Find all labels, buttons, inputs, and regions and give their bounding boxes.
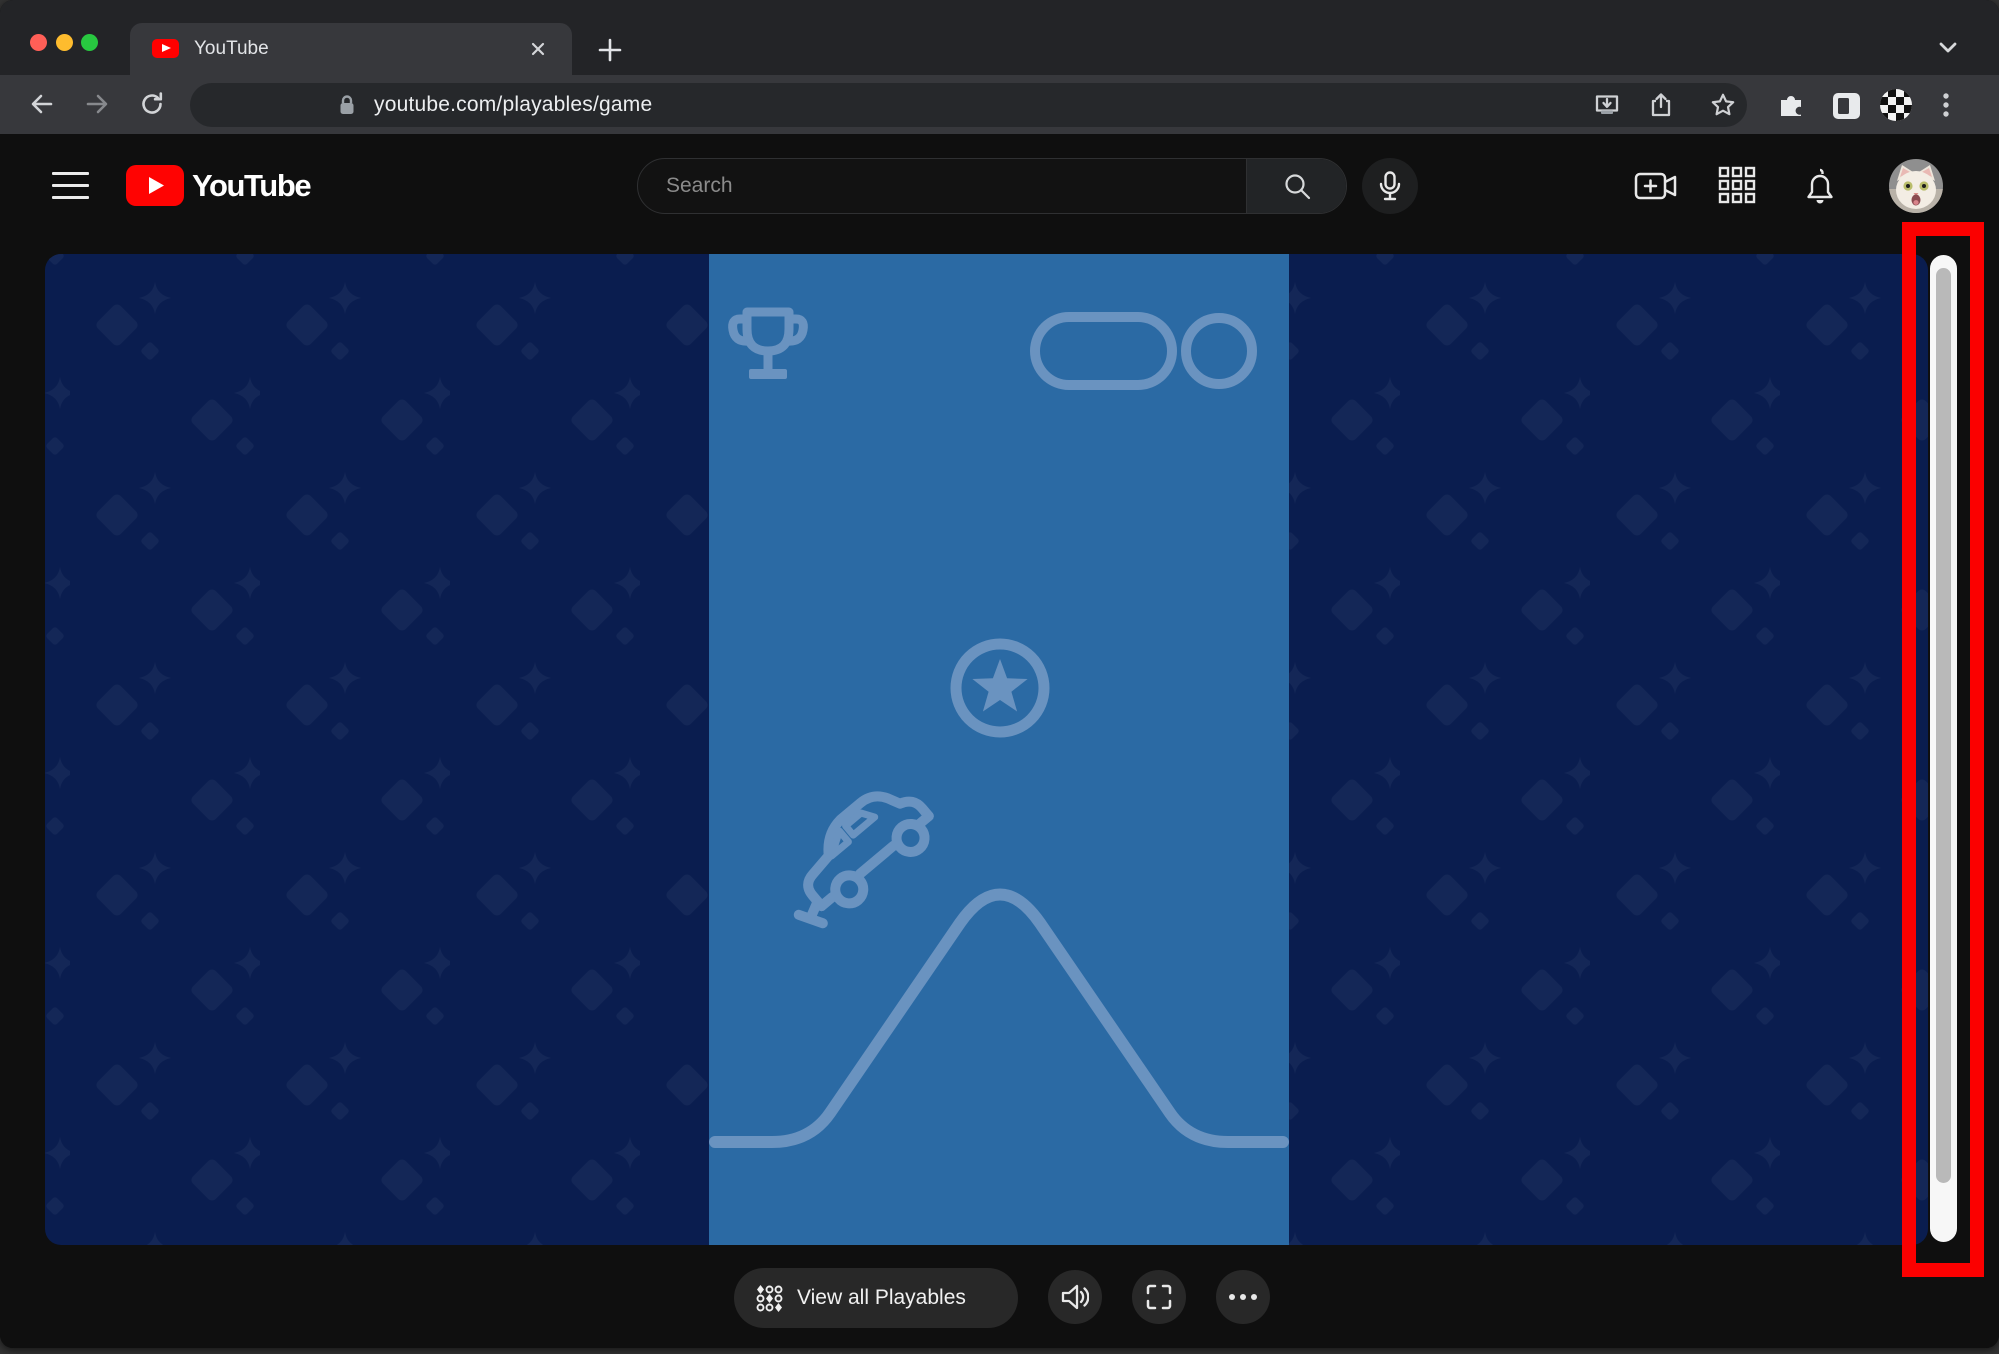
- fullscreen-button[interactable]: [1132, 1270, 1186, 1324]
- traffic-minimize-button[interactable]: [56, 34, 73, 51]
- more-icon: [1228, 1293, 1258, 1301]
- search-bar: [637, 158, 1347, 214]
- search-icon: [1282, 171, 1312, 201]
- tab-search-chevron-down-icon[interactable]: [1936, 40, 1960, 56]
- tab-strip: YouTube: [0, 0, 1999, 75]
- download-icon[interactable]: [1594, 92, 1620, 118]
- url-text: youtube.com/playables/game: [374, 83, 652, 127]
- forward-icon[interactable]: [84, 91, 110, 117]
- youtube-wordmark: YouTube: [192, 168, 310, 204]
- traffic-zoom-button[interactable]: [81, 34, 98, 51]
- game-panel: [709, 254, 1289, 1245]
- new-tab-button[interactable]: [596, 36, 624, 64]
- lock-icon: [338, 94, 356, 116]
- side-panel-icon[interactable]: [1832, 91, 1862, 119]
- create-video-icon[interactable]: [1634, 166, 1676, 206]
- view-all-playables-button[interactable]: View all Playables: [734, 1268, 1018, 1328]
- youtube-logo[interactable]: YouTube: [126, 165, 310, 206]
- notifications-bell-icon[interactable]: [1800, 166, 1842, 206]
- tab-close-icon[interactable]: [526, 37, 550, 61]
- menu-icon[interactable]: [52, 172, 89, 200]
- youtube-page: YouTube: [0, 134, 1999, 1348]
- browser-tab-youtube[interactable]: YouTube: [130, 23, 572, 75]
- checkered-profile-avatar[interactable]: [1879, 88, 1909, 116]
- kebab-menu-icon[interactable]: [1933, 91, 1963, 119]
- playables-game-canvas[interactable]: [45, 254, 1928, 1245]
- search-input[interactable]: [666, 159, 1206, 213]
- user-avatar-cat[interactable]: [1889, 159, 1943, 213]
- browser-window: YouTube: [0, 0, 1999, 1348]
- address-bar[interactable]: youtube.com/playables/game: [190, 83, 1747, 127]
- search-button[interactable]: [1246, 159, 1346, 213]
- playables-sparkle-grid-icon: [756, 1285, 783, 1312]
- traffic-close-button[interactable]: [30, 34, 47, 51]
- youtube-logo-icon: [126, 165, 184, 206]
- browser-toolbar: youtube.com/playables/game: [0, 75, 1999, 134]
- tab-title: YouTube: [194, 23, 269, 75]
- more-options-button[interactable]: [1216, 1270, 1270, 1324]
- volume-icon: [1061, 1284, 1089, 1310]
- youtube-favicon-icon: [152, 39, 179, 58]
- view-all-playables-label: View all Playables: [797, 1286, 966, 1310]
- volume-button[interactable]: [1048, 1270, 1102, 1324]
- back-icon[interactable]: [29, 91, 55, 117]
- voice-search-button[interactable]: [1362, 158, 1418, 214]
- bookmark-star-icon[interactable]: [1710, 92, 1736, 118]
- microphone-icon: [1377, 171, 1403, 201]
- annotation-highlight-rectangle: [1902, 222, 1984, 1277]
- share-icon[interactable]: [1648, 92, 1674, 118]
- apps-grid-icon[interactable]: [1718, 166, 1760, 206]
- extensions-puzzle-icon[interactable]: [1776, 91, 1806, 119]
- fullscreen-icon: [1146, 1284, 1172, 1310]
- reload-icon[interactable]: [139, 91, 165, 117]
